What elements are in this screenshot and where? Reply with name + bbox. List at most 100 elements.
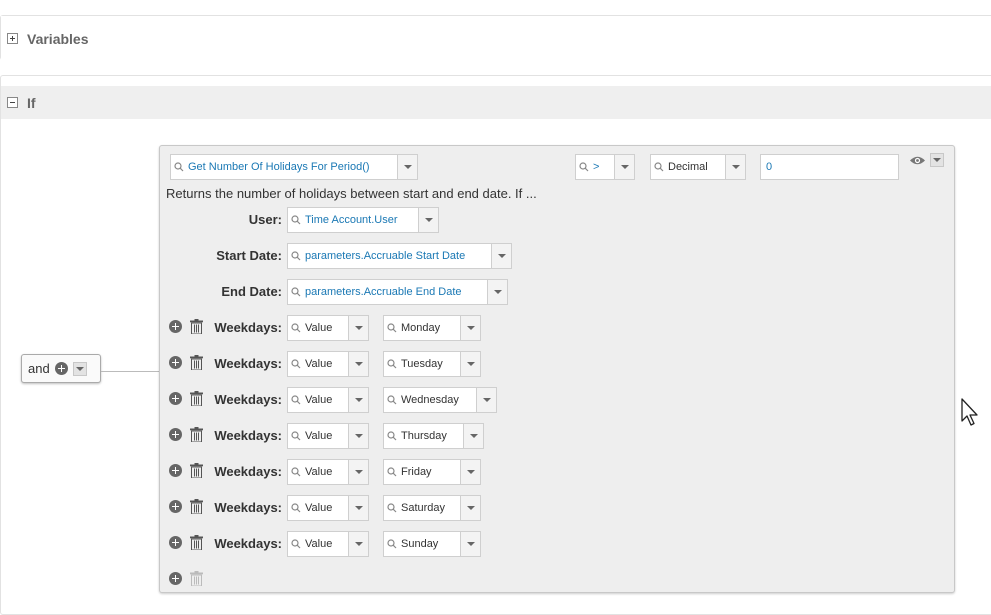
weekday-type-dropdown[interactable]: Value [287, 387, 369, 413]
chevron-down-icon[interactable] [348, 424, 368, 448]
weekday-day-value: Thursday [401, 430, 447, 442]
chevron-down-icon[interactable] [487, 280, 507, 304]
weekday-type-dropdown[interactable]: Value [287, 315, 369, 341]
search-icon [288, 251, 304, 261]
weekday-day-dropdown[interactable]: Friday [383, 459, 481, 485]
weekday-day-dropdown[interactable]: Tuesday [383, 351, 481, 377]
search-icon [576, 162, 592, 172]
add-row-icon[interactable] [168, 355, 183, 370]
user-dropdown[interactable]: Time Account.User [287, 207, 439, 233]
weekday-type-value: Value [305, 466, 333, 478]
compare-value-input[interactable]: 0 [760, 154, 899, 180]
search-icon [288, 359, 304, 369]
add-row-icon[interactable] [168, 499, 183, 514]
chevron-down-icon[interactable] [460, 532, 480, 556]
weekday-type-dropdown[interactable]: Value [287, 459, 369, 485]
function-description: Returns the number of holidays between s… [166, 186, 537, 201]
add-row-icon[interactable] [168, 535, 183, 550]
trash-icon[interactable] [188, 498, 204, 514]
chevron-down-icon[interactable] [348, 316, 368, 340]
function-dropdown[interactable]: Get Number Of Holidays For Period() [170, 154, 418, 180]
operator-menu-button[interactable] [72, 361, 87, 376]
add-row-icon[interactable] [168, 463, 183, 478]
condition-panel: Get Number Of Holidays For Period() > De… [159, 145, 955, 593]
trash-icon [188, 570, 204, 586]
chevron-down-icon[interactable] [614, 155, 634, 179]
trash-icon[interactable] [188, 318, 204, 334]
weekdays-label: Weekdays: [214, 356, 282, 371]
chevron-down-icon[interactable] [460, 460, 480, 484]
user-label: User: [248, 212, 282, 227]
search-icon [288, 215, 304, 225]
weekday-day-dropdown[interactable]: Thursday [383, 423, 484, 449]
chevron-down-icon[interactable] [725, 155, 745, 179]
eye-icon[interactable] [908, 153, 926, 167]
weekday-type-value: Value [305, 394, 333, 406]
add-row-icon[interactable] [168, 319, 183, 334]
search-icon [384, 467, 400, 477]
if-header[interactable]: If [1, 86, 991, 119]
search-icon [288, 287, 304, 297]
collapse-icon[interactable] [7, 97, 18, 108]
trash-icon[interactable] [188, 390, 204, 406]
chevron-down-icon[interactable] [397, 155, 417, 179]
chevron-down-icon[interactable] [460, 316, 480, 340]
add-row-icon[interactable] [168, 571, 183, 586]
chevron-down-icon[interactable] [460, 496, 480, 520]
weekday-day-dropdown[interactable]: Saturday [383, 495, 481, 521]
expand-icon[interactable] [7, 33, 18, 44]
weekday-day-value: Sunday [401, 538, 439, 550]
weekdays-label: Weekdays: [214, 464, 282, 479]
search-icon [651, 162, 667, 172]
add-row-icon[interactable] [168, 391, 183, 406]
chevron-down-icon[interactable] [460, 352, 480, 376]
add-row-icon[interactable] [168, 427, 183, 442]
search-icon [384, 503, 400, 513]
chevron-down-icon[interactable] [348, 496, 368, 520]
search-icon [288, 539, 304, 549]
weekdays-label: Weekdays: [214, 392, 282, 407]
weekday-type-value: Value [305, 430, 333, 442]
start-date-label: Start Date: [216, 248, 282, 263]
search-icon [171, 162, 187, 172]
trash-icon[interactable] [188, 354, 204, 370]
comparator-dropdown[interactable]: > [575, 154, 635, 180]
end-date-value: parameters.Accruable End Date [305, 286, 462, 298]
user-value: Time Account.User [305, 214, 398, 226]
chevron-down-icon[interactable] [491, 244, 511, 268]
weekday-day-dropdown[interactable]: Monday [383, 315, 481, 341]
trash-icon[interactable] [188, 534, 204, 550]
weekdays-label: Weekdays: [214, 536, 282, 551]
weekday-day-value: Saturday [401, 502, 446, 514]
weekday-type-dropdown[interactable]: Value [287, 531, 369, 557]
weekday-day-value: Tuesday [401, 358, 443, 370]
chevron-down-icon[interactable] [463, 424, 483, 448]
value-type-value: Decimal [668, 161, 708, 173]
chevron-down-icon[interactable] [476, 388, 496, 412]
panel-menu-button[interactable] [930, 153, 944, 167]
weekday-day-value: Friday [401, 466, 432, 478]
add-condition-icon[interactable] [54, 362, 68, 375]
search-icon [384, 539, 400, 549]
start-date-dropdown[interactable]: parameters.Accruable Start Date [287, 243, 512, 269]
weekday-type-dropdown[interactable]: Value [287, 423, 369, 449]
search-icon [384, 431, 400, 441]
weekday-day-dropdown[interactable]: Wednesday [383, 387, 497, 413]
weekday-day-dropdown[interactable]: Sunday [383, 531, 481, 557]
chevron-down-icon[interactable] [348, 532, 368, 556]
value-type-dropdown[interactable]: Decimal [650, 154, 746, 180]
chevron-down-icon[interactable] [348, 352, 368, 376]
chevron-down-icon[interactable] [418, 208, 438, 232]
search-icon [288, 431, 304, 441]
trash-icon[interactable] [188, 462, 204, 478]
trash-icon[interactable] [188, 426, 204, 442]
chevron-down-icon[interactable] [348, 388, 368, 412]
and-operator-node[interactable]: and [21, 354, 101, 383]
weekday-type-dropdown[interactable]: Value [287, 495, 369, 521]
variables-header[interactable]: Variables [1, 16, 991, 61]
comparator-value: > [593, 161, 600, 173]
end-date-dropdown[interactable]: parameters.Accruable End Date [287, 279, 508, 305]
if-title: If [27, 94, 36, 111]
weekday-type-dropdown[interactable]: Value [287, 351, 369, 377]
chevron-down-icon[interactable] [348, 460, 368, 484]
